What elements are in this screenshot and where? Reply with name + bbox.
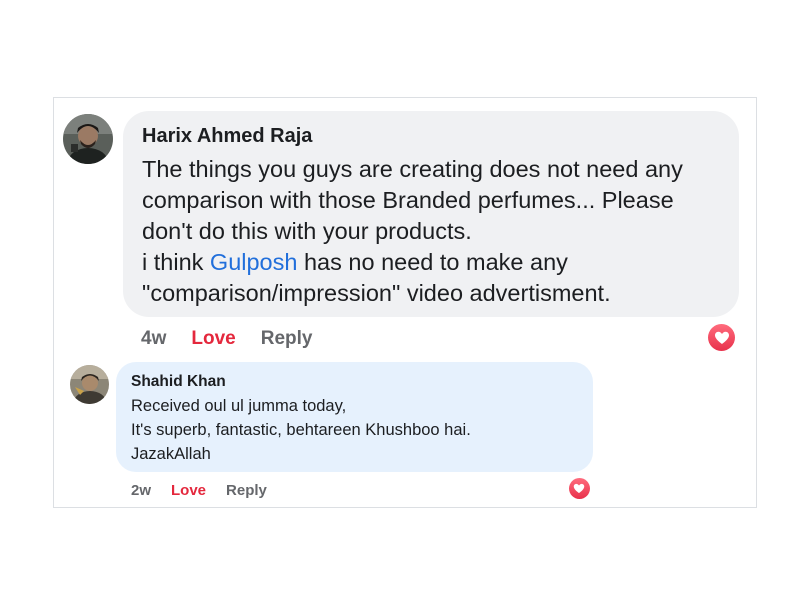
reply-bubble: Shahid Khan Received oul ul jumma today,… [116, 362, 593, 472]
comment-bubble: Harix Ahmed Raja The things you guys are… [123, 111, 739, 317]
comment-text: The things you guys are creating does no… [142, 154, 720, 309]
comment-line: Received oul ul jumma today, [131, 397, 347, 415]
love-button[interactable]: Love [191, 328, 235, 350]
mention-prefix: i think [142, 249, 210, 275]
comment-actions: 4w Love Reply [141, 327, 312, 351]
reply-button[interactable]: Reply [261, 328, 313, 350]
comment-line: don't do this with your products. [142, 218, 472, 244]
comment-line: "comparison/impression" video advertisme… [142, 280, 611, 306]
reaction-badge[interactable] [706, 322, 737, 353]
comment-author[interactable]: Shahid Khan [131, 373, 578, 391]
comment-line: It's superb, fantastic, behtareen Khushb… [131, 421, 471, 439]
mention-link[interactable]: Gulposh [210, 249, 298, 275]
comment-actions: 2w Love Reply [131, 480, 267, 500]
comment-timestamp[interactable]: 2w [131, 482, 151, 499]
reaction-badge[interactable] [567, 476, 591, 500]
heart-icon [708, 324, 735, 351]
avatar[interactable] [63, 114, 113, 164]
comment-text: Received oul ul jumma today, It's superb… [131, 394, 578, 466]
comment-timestamp[interactable]: 4w [141, 328, 166, 350]
comment-author[interactable]: Harix Ahmed Raja [142, 125, 720, 147]
love-button[interactable]: Love [171, 482, 206, 499]
avatar[interactable] [70, 365, 109, 404]
reply-button[interactable]: Reply [226, 482, 267, 499]
comment-line-with-mention: i think Gulposh has no need to make any [142, 247, 720, 278]
comment-line: JazakAllah [131, 445, 211, 463]
heart-icon [568, 477, 590, 499]
comment-line: The things you guys are creating does no… [142, 156, 683, 182]
comment-line: comparison with those Branded perfumes..… [142, 187, 674, 213]
mention-suffix: has no need to make any [297, 249, 568, 275]
